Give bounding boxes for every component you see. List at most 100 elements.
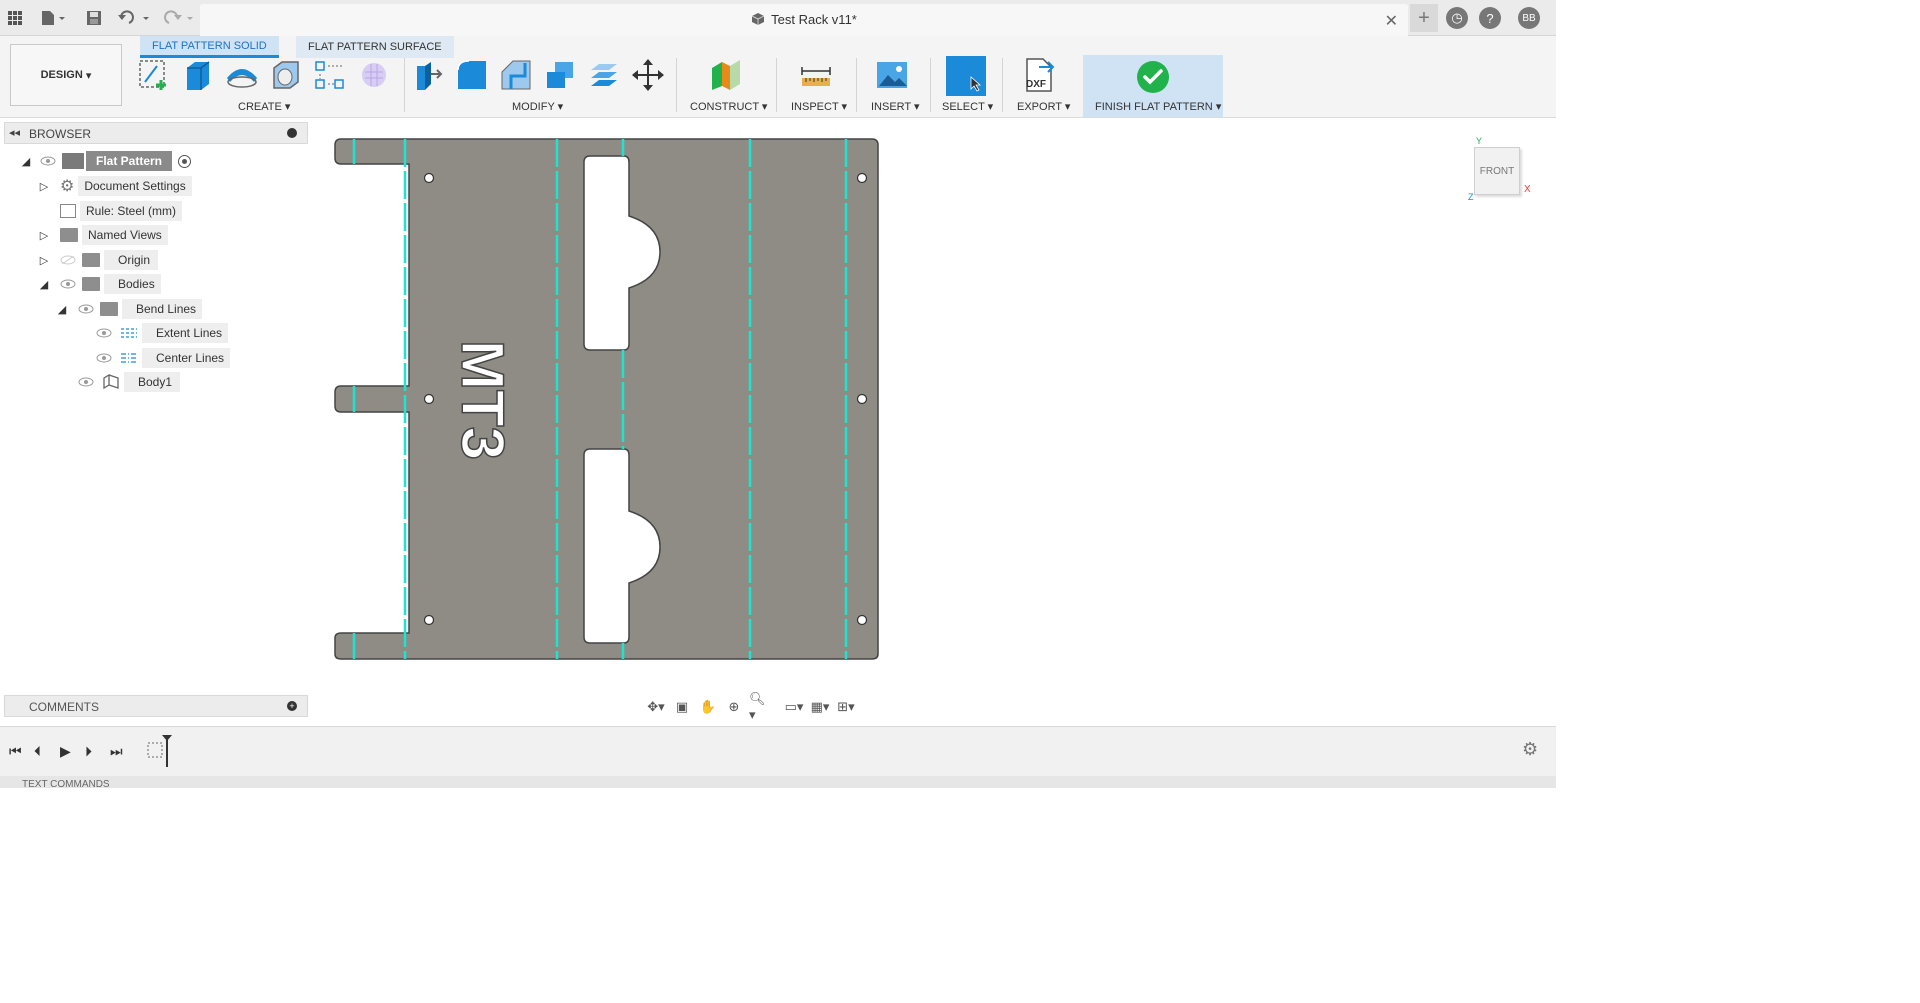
visibility-eye-icon[interactable] xyxy=(60,279,76,289)
gear-icon: ⚙ xyxy=(60,178,75,195)
go-to-start-icon[interactable]: ⏮ xyxy=(9,743,22,760)
extrude-icon[interactable] xyxy=(180,57,216,93)
tab-flat-pattern-surface[interactable]: FLAT PATTERN SURFACE xyxy=(296,36,454,58)
create-group-label[interactable]: CREATE ▾ xyxy=(238,100,290,113)
modify-group-label[interactable]: MODIFY ▾ xyxy=(512,100,563,113)
help-icon[interactable]: ? xyxy=(1479,7,1501,29)
zoom-icon[interactable]: ⊕ xyxy=(723,698,745,716)
step-back-icon[interactable]: ⏴ xyxy=(34,743,41,760)
expand-triangle-icon[interactable]: ▷ xyxy=(38,254,50,267)
construct-plane-icon[interactable] xyxy=(708,57,744,93)
text-commands-bar[interactable]: TEXT COMMANDS xyxy=(0,776,1556,788)
collapse-triangle-icon[interactable]: ◢ xyxy=(20,155,32,168)
export-dxf-icon[interactable]: DXF xyxy=(1022,57,1058,93)
browser-item-body1[interactable]: Body1 xyxy=(78,372,181,392)
browser-item-document-settings[interactable]: ▷ ⚙ Document Settings xyxy=(38,176,192,196)
play-icon[interactable]: ▶ xyxy=(60,743,71,760)
visibility-eye-icon[interactable] xyxy=(96,353,112,363)
collapse-triangle-icon[interactable]: ◢ xyxy=(56,303,68,316)
comments-panel[interactable]: COMMENTS + xyxy=(4,695,308,717)
hole[interactable] xyxy=(856,614,868,626)
visibility-eye-icon[interactable] xyxy=(40,156,56,166)
redo-icon[interactable] xyxy=(160,6,196,30)
move-icon[interactable] xyxy=(630,57,666,93)
visibility-eye-icon[interactable] xyxy=(78,304,94,314)
display-settings-icon[interactable]: ▭▾ xyxy=(783,698,805,716)
hole[interactable] xyxy=(856,393,868,405)
new-tab-icon[interactable]: + xyxy=(1410,4,1438,32)
app-grid-icon[interactable] xyxy=(6,6,24,30)
hole[interactable] xyxy=(856,172,868,184)
viewports-icon[interactable]: ⊞▾ xyxy=(835,698,857,716)
hole[interactable] xyxy=(423,172,435,184)
select-group-label[interactable]: SELECT ▾ xyxy=(942,100,993,113)
browser-item-bend-lines[interactable]: ◢ Bend Lines xyxy=(56,299,203,319)
collapse-triangle-icon[interactable]: ◢ xyxy=(38,278,50,291)
timeline-settings-gear-icon[interactable]: ⚙ xyxy=(1522,739,1538,760)
viewcube[interactable]: FRONT xyxy=(1474,147,1520,195)
pan-hand-icon[interactable]: ✋ xyxy=(697,698,719,716)
tab-label: FLAT PATTERN SOLID xyxy=(152,39,267,52)
chamfer-icon[interactable] xyxy=(498,57,534,93)
undo-icon[interactable] xyxy=(116,6,152,30)
step-forward-icon[interactable]: ⏵ xyxy=(85,743,92,760)
browser-item-named-views[interactable]: ▷ Named Views xyxy=(38,225,168,245)
go-to-end-icon[interactable]: ⏭ xyxy=(110,743,123,760)
browser-item-origin[interactable]: ▷ Origin xyxy=(38,250,159,270)
close-tab-icon[interactable]: ✕ xyxy=(1385,11,1398,31)
fit-zoom-icon[interactable]: 🔍︎▾ xyxy=(749,691,771,722)
combine-icon[interactable] xyxy=(542,57,578,93)
browser-item-extent-lines[interactable]: Extent Lines xyxy=(96,323,229,343)
visibility-eye-icon[interactable] xyxy=(78,377,94,387)
grid-settings-icon[interactable]: ▦▾ xyxy=(809,698,831,716)
shell-icon[interactable] xyxy=(268,57,304,93)
offset-face-icon[interactable] xyxy=(586,57,622,93)
revolve-icon[interactable] xyxy=(224,57,260,93)
measure-icon[interactable] xyxy=(798,57,834,93)
finish-group-label[interactable]: FINISH FLAT PATTERN ▾ xyxy=(1095,100,1221,113)
select-icon[interactable] xyxy=(946,56,986,96)
pattern-icon[interactable] xyxy=(312,57,348,93)
expand-triangle-icon[interactable]: ▷ xyxy=(38,180,50,193)
activate-radio-icon[interactable] xyxy=(178,154,192,168)
visibility-eye-icon[interactable] xyxy=(96,328,112,338)
workspace-switcher[interactable]: DESIGN ▾ xyxy=(10,44,122,106)
browser-header[interactable]: ◂◂ BROWSER xyxy=(4,122,308,144)
collapse-browser-icon[interactable]: ◂◂ xyxy=(9,126,20,139)
browser-item-rule[interactable]: Rule: Steel (mm) xyxy=(38,201,183,221)
tab-flat-pattern-solid[interactable]: FLAT PATTERN SOLID xyxy=(140,36,279,58)
hole[interactable] xyxy=(423,393,435,405)
save-icon[interactable] xyxy=(84,6,104,30)
fillet-icon[interactable] xyxy=(454,57,490,93)
engraved-text[interactable]: MT3 xyxy=(448,339,517,461)
document-tab[interactable]: Test Rack v11* ✕ xyxy=(200,4,1408,36)
model-canvas[interactable]: MT3 xyxy=(312,118,1556,724)
browser-item-bodies[interactable]: ◢ Bodies xyxy=(38,274,161,294)
create-sketch-icon[interactable] xyxy=(136,57,172,93)
orbit-icon[interactable]: ✥▾ xyxy=(645,698,667,716)
browser-item-center-lines[interactable]: Center Lines xyxy=(96,348,231,368)
hole[interactable] xyxy=(423,614,435,626)
add-comment-icon[interactable]: + xyxy=(287,701,297,711)
folder-icon xyxy=(60,228,78,242)
look-at-icon[interactable]: ▣ xyxy=(671,698,693,716)
insert-group-label[interactable]: INSERT ▾ xyxy=(871,100,920,113)
inspect-group-label[interactable]: INSPECT ▾ xyxy=(791,100,847,113)
browser-item-flat-pattern[interactable]: ◢ Flat Pattern xyxy=(20,151,192,171)
expand-triangle-icon[interactable]: ▷ xyxy=(38,229,50,242)
construct-group-label[interactable]: CONSTRUCT ▾ xyxy=(690,100,767,113)
press-pull-icon[interactable] xyxy=(410,57,446,93)
browser-minimize-icon[interactable] xyxy=(287,128,297,138)
create-form-icon[interactable] xyxy=(356,57,392,93)
finish-flat-pattern-panel[interactable]: FINISH FLAT PATTERN ▾ xyxy=(1083,55,1223,117)
job-status-icon[interactable]: ◷ xyxy=(1446,7,1468,29)
insert-image-icon[interactable] xyxy=(874,57,910,93)
timeline-flat-pattern-feature-icon[interactable] xyxy=(145,733,175,769)
user-avatar[interactable]: BB xyxy=(1518,7,1540,29)
hidden-eye-icon[interactable] xyxy=(60,255,76,265)
file-menu-icon[interactable] xyxy=(38,6,68,30)
finish-check-icon[interactable] xyxy=(1137,61,1169,93)
export-group-label[interactable]: EXPORT ▾ xyxy=(1017,100,1070,113)
browser-item-label: Document Settings xyxy=(78,176,192,196)
axis-x-label: X xyxy=(1524,184,1531,195)
